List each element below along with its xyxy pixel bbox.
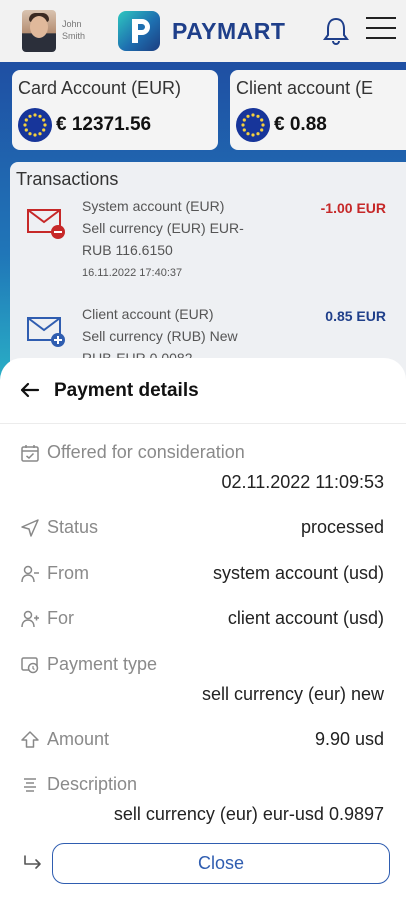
turn-down-right-icon xyxy=(22,854,46,874)
from-label: From xyxy=(47,563,89,583)
tx-amount: 0.85 EUR xyxy=(325,308,386,324)
user-name: John Smith xyxy=(62,19,86,41)
tx-date: 16.11.2022 17:40:37 xyxy=(82,267,183,279)
for-value: client account (usd) xyxy=(227,608,384,628)
tx-account: Client account (EUR) xyxy=(82,306,214,322)
tx-amount: -1.00 EUR xyxy=(320,200,386,216)
amount-arrow-icon xyxy=(20,730,40,750)
user-plus-icon xyxy=(20,609,40,629)
calendar-check-icon xyxy=(20,443,40,463)
close-button[interactable]: Close xyxy=(52,843,390,884)
offered-value: 02.11.2022 11:09:53 xyxy=(221,472,384,492)
amount-label: Amount xyxy=(47,729,110,749)
from-value: system account (usd) xyxy=(212,563,384,583)
tx-description: Sell currency (EUR) EUR- xyxy=(82,220,244,236)
transactions-title: Transactions xyxy=(16,169,119,189)
card-title: Client account (E xyxy=(236,78,374,98)
list-item[interactable]: System account (EUR) Sell currency (EUR)… xyxy=(22,196,396,286)
status-value: processed xyxy=(300,517,384,537)
account-card-eur[interactable]: Card Account (EUR) € 12371.56 xyxy=(12,70,218,150)
eu-flag-icon xyxy=(236,108,270,142)
card-balance: € 0.88 xyxy=(274,114,327,135)
card-title: Card Account (EUR) xyxy=(18,78,182,98)
payment-type-value: sell currency (eur) new xyxy=(201,684,384,704)
sheet-title: Payment details xyxy=(54,380,199,401)
offered-label: Offered for consideration xyxy=(47,442,245,462)
paymart-logo-icon xyxy=(118,11,160,51)
status-label: Status xyxy=(47,517,99,537)
app-header: John Smith PAYMART xyxy=(0,0,406,62)
tx-description: Sell currency (RUB) New xyxy=(82,328,238,344)
payment-type-icon xyxy=(20,655,40,675)
bell-icon[interactable] xyxy=(322,15,350,45)
avatar[interactable] xyxy=(22,10,56,52)
description-value: sell currency (eur) eur-usd 0.9897 xyxy=(113,804,384,824)
mail-minus-icon xyxy=(26,204,66,242)
mail-plus-icon xyxy=(26,312,66,350)
user-minus-icon xyxy=(20,564,40,584)
hamburger-menu-icon[interactable] xyxy=(366,17,396,43)
account-card-client[interactable]: Client account (E € 0.88 xyxy=(230,70,406,150)
send-icon xyxy=(20,518,40,538)
tx-description: RUB 116.6150 xyxy=(82,242,173,258)
for-label: For xyxy=(47,608,74,628)
amount-value: 9.90 usd xyxy=(314,729,384,749)
payment-type-label: Payment type xyxy=(47,654,158,674)
brand-name: PAYMART xyxy=(172,18,286,44)
tx-account: System account (EUR) xyxy=(82,198,225,214)
back-arrow-icon[interactable] xyxy=(18,378,42,402)
card-balance: € 12371.56 xyxy=(56,114,152,135)
sheet-header: Payment details xyxy=(0,358,406,424)
eu-flag-icon xyxy=(18,108,52,142)
description-lines-icon xyxy=(20,775,40,795)
description-label: Description xyxy=(47,774,138,794)
